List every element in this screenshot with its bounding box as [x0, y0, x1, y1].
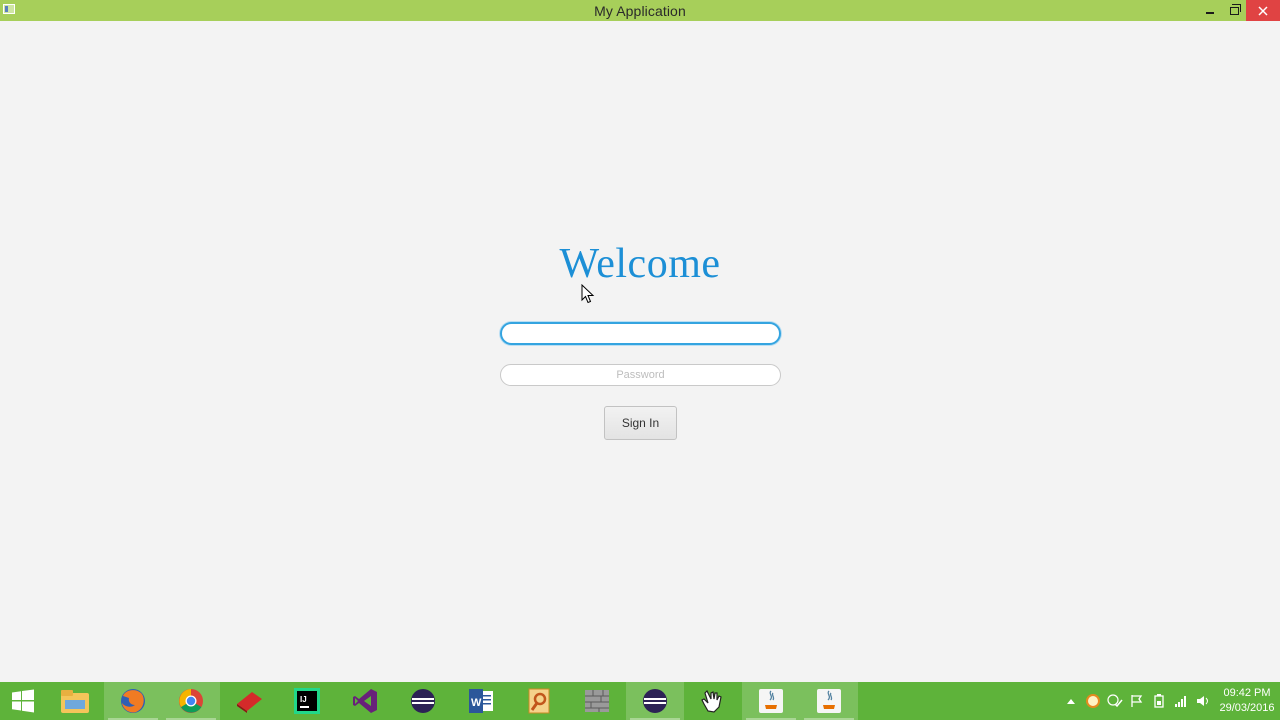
login-panel: Welcome Sign In — [0, 21, 1280, 682]
signal-bars-icon — [1175, 696, 1186, 707]
taskbar-app-chrome[interactable] — [162, 682, 220, 720]
system-tray: 09:42 PM 29/03/2016 — [1060, 682, 1280, 720]
circle-app-icon — [1086, 694, 1100, 708]
java-icon — [759, 689, 783, 713]
title-bar[interactable]: My Application — [0, 0, 1280, 21]
start-button[interactable] — [0, 682, 46, 720]
taskbar-app-intellij[interactable]: IJ — [278, 682, 336, 720]
taskbar-app-java-2[interactable] — [800, 682, 858, 720]
minimize-button[interactable] — [1198, 0, 1222, 21]
taskbar-app-java[interactable] — [742, 682, 800, 720]
taskbar-app-visual-studio[interactable] — [336, 682, 394, 720]
window-controls — [1198, 0, 1280, 21]
tray-flag-button[interactable] — [1126, 682, 1148, 720]
taskbar-app-eclipse[interactable] — [394, 682, 452, 720]
red-book-icon — [237, 692, 262, 713]
volume-icon — [1197, 696, 1208, 706]
username-input[interactable] — [500, 322, 781, 345]
chrome-icon — [179, 689, 203, 713]
brick-wall-icon — [585, 690, 609, 712]
svg-text:W: W — [471, 697, 482, 709]
taskbar-app-word[interactable]: W — [452, 682, 510, 720]
clock-time: 09:42 PM — [1223, 687, 1271, 699]
sign-in-button[interactable]: Sign In — [604, 406, 677, 440]
close-icon — [1258, 5, 1268, 16]
tray-volume-button[interactable] — [1192, 682, 1214, 720]
welcome-heading: Welcome — [559, 241, 721, 287]
tray-app-button[interactable] — [1082, 682, 1104, 720]
hand-pointer-icon — [701, 689, 722, 713]
java-icon — [817, 689, 841, 713]
mouse-cursor-icon — [581, 284, 595, 304]
visual-studio-icon — [353, 689, 377, 713]
restore-icon — [1229, 4, 1241, 15]
taskbar-app-brick-wall[interactable] — [568, 682, 626, 720]
tray-network-app-button[interactable] — [1104, 682, 1126, 720]
firefox-icon — [121, 689, 145, 713]
word-icon: W — [469, 689, 493, 713]
svg-text:IJ: IJ — [300, 695, 307, 704]
intellij-icon: IJ — [294, 688, 320, 714]
windows-logo-icon — [12, 689, 34, 713]
taskbar-app-firefox[interactable] — [104, 682, 162, 720]
taskbar-app-hand-pointer[interactable] — [684, 682, 742, 720]
show-hidden-icons-button[interactable] — [1060, 682, 1082, 720]
window-title: My Application — [594, 2, 686, 19]
search-tool-icon — [528, 688, 550, 714]
file-explorer-icon — [61, 690, 89, 713]
tray-battery-button[interactable] — [1148, 682, 1170, 720]
minimize-icon — [1206, 11, 1214, 14]
restore-button[interactable] — [1222, 0, 1246, 21]
eclipse-icon — [411, 689, 435, 713]
taskbar-app-red-book[interactable] — [220, 682, 278, 720]
taskbar-app-search-tool[interactable] — [510, 682, 568, 720]
clock-date: 29/03/2016 — [1219, 702, 1275, 714]
eclipse-icon — [643, 689, 667, 713]
taskbar: IJ W 09:42 PM 29/03/2016 — [0, 682, 1280, 720]
taskbar-app-file-explorer[interactable] — [46, 682, 104, 720]
network-check-icon — [1107, 694, 1123, 708]
battery-icon — [1154, 694, 1164, 708]
password-input[interactable] — [500, 364, 781, 386]
app-window-icon — [3, 4, 15, 14]
taskbar-app-eclipse-2[interactable] — [626, 682, 684, 720]
chevron-up-icon — [1067, 699, 1075, 704]
close-button[interactable] — [1246, 0, 1280, 21]
flag-icon — [1131, 695, 1143, 707]
tray-signal-button[interactable] — [1170, 682, 1192, 720]
taskbar-clock[interactable]: 09:42 PM 29/03/2016 — [1214, 682, 1280, 720]
